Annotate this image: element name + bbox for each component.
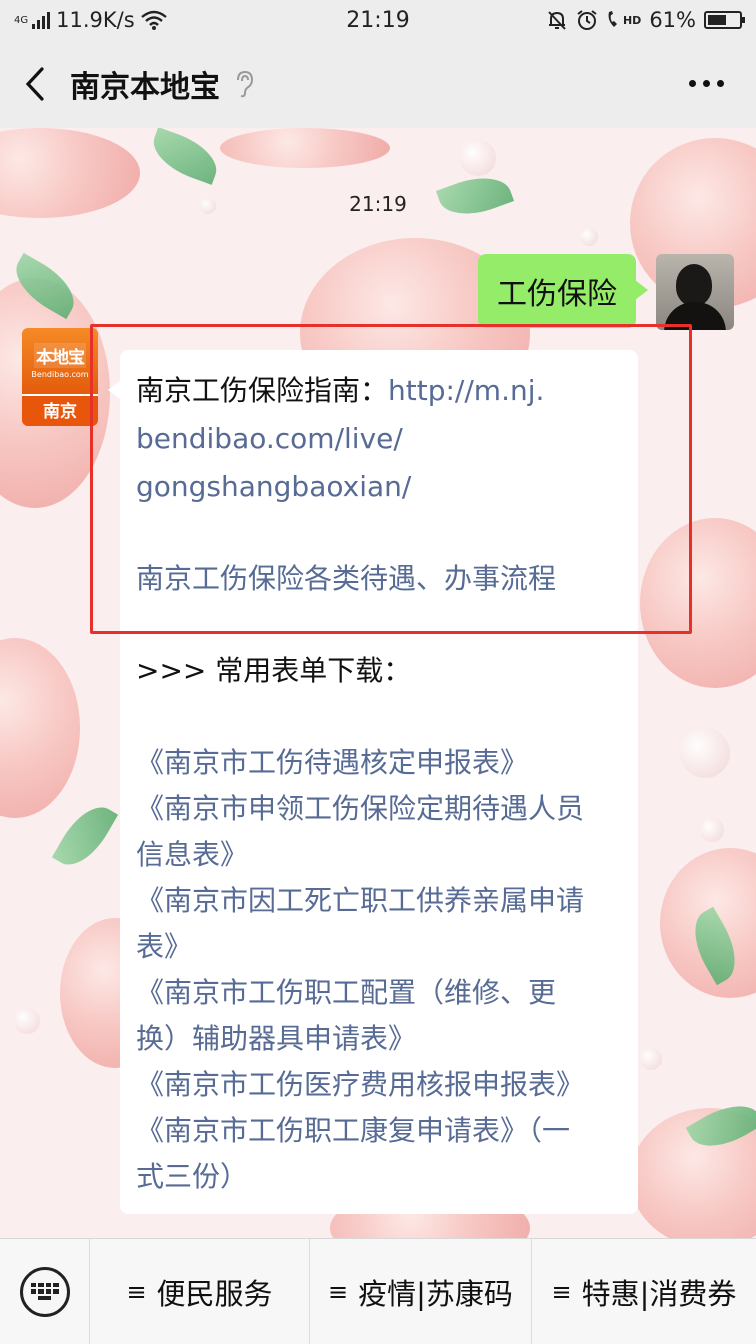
guide-line: 南京工伤保险指南：http://m.nj.: [136, 368, 626, 414]
mute-bell-icon: [548, 11, 566, 30]
guide-link-cont[interactable]: gongshangbaoxian/: [136, 464, 626, 510]
background-bubble: [640, 1048, 662, 1070]
message-timestamp: 21:19: [349, 192, 407, 216]
background-peach: [0, 638, 80, 818]
form-link-assistive-devices[interactable]: 《南京市工伤职工配置（维修、更: [136, 970, 626, 1016]
form-link-dependents-cont[interactable]: 表》: [136, 924, 626, 970]
background-bubble: [580, 228, 598, 246]
bot-logo-sub: Bendibao.com: [31, 370, 89, 379]
form-link-rehabilitation-cont[interactable]: 式三份）: [136, 1154, 626, 1200]
hd-label: HD: [622, 13, 642, 27]
ear-icon: [237, 70, 254, 98]
form-link-dependents[interactable]: 《南京市因工死亡职工供养亲属申请: [136, 878, 626, 924]
menu-deals-coupons[interactable]: ≡ 特惠|消费券: [532, 1239, 756, 1344]
guide-link-cont[interactable]: bendibao.com/live/: [136, 416, 626, 462]
guide-link[interactable]: http://m.nj.: [388, 374, 544, 407]
background-bubble: [680, 728, 730, 778]
user-message-bubble[interactable]: 工伤保险: [478, 254, 648, 328]
background-bubble: [700, 818, 724, 842]
menu-list-icon: ≡: [551, 1277, 572, 1306]
treatment-process-link[interactable]: 南京工伤保险各类待遇、办事流程: [136, 556, 626, 602]
form-link-medical-expense[interactable]: 《南京市工伤医疗费用核报申报表》: [136, 1062, 626, 1108]
chat-header: 南京本地宝: [0, 40, 756, 128]
status-time: 21:19: [346, 7, 410, 33]
chat-area[interactable]: 21:19 工伤保险 本地宝 Bendibao.com 南京 南京工伤保险指南：…: [0, 128, 756, 1238]
form-link-assistive-devices-cont[interactable]: 换）辅助器具申请表》: [136, 1016, 626, 1062]
menu-list-icon: ≡: [328, 1277, 349, 1306]
bot-city-label: 南京: [22, 394, 98, 426]
signal-icon: [32, 11, 51, 29]
background-peach: [640, 518, 756, 688]
network-speed: 11.9K/s: [56, 8, 135, 32]
keyboard-icon: [19, 1266, 70, 1317]
guide-label: 南京工伤保险指南：: [136, 374, 389, 407]
background-peach: [220, 128, 390, 168]
form-link-work-injury-treatment[interactable]: 《南京市工伤待遇核定申报表》: [136, 740, 626, 786]
menu-epidemic-health-code[interactable]: ≡ 疫情|苏康码: [310, 1238, 532, 1344]
chevron-left-icon: [25, 67, 44, 101]
hd-call-icon: HD: [606, 10, 641, 30]
menu-label: 疫情|苏康码: [358, 1276, 513, 1311]
form-link-periodic-treatment-cont[interactable]: 信息表》: [136, 832, 626, 878]
more-button[interactable]: [676, 68, 736, 98]
menu-label: 特惠|消费券: [581, 1276, 737, 1311]
form-link-rehabilitation[interactable]: 《南京市工伤职工康复申请表》（一: [136, 1108, 626, 1154]
user-avatar[interactable]: [656, 254, 734, 330]
bottom-menu-bar: ≡ 便民服务 ≡ 疫情|苏康码 ≡ 特惠|消费券: [0, 1238, 756, 1344]
alarm-icon: [577, 10, 597, 30]
battery-percent: 61%: [649, 8, 696, 32]
network-type-label: 4G: [14, 15, 29, 26]
status-bar: 4G 11.9K/s 21:19 HD 61%: [0, 0, 756, 40]
battery-icon: [704, 11, 745, 29]
menu-label: 便民服务: [156, 1276, 273, 1311]
form-link-periodic-treatment[interactable]: 《南京市申领工伤保险定期待遇人员: [136, 786, 626, 832]
wifi-icon: [140, 10, 167, 30]
menu-list-icon: ≡: [126, 1277, 147, 1306]
status-left: 4G 11.9K/s: [14, 8, 274, 32]
background-leaf: [51, 796, 119, 876]
forms-header: >>> 常用表单下载：: [136, 654, 412, 687]
menu-convenience-services[interactable]: ≡ 便民服务: [90, 1238, 310, 1344]
background-bubble: [460, 140, 496, 176]
bot-avatar[interactable]: 本地宝 Bendibao.com 南京: [22, 328, 98, 428]
status-right: HD 61%: [482, 8, 745, 32]
chat-title: 南京本地宝: [70, 70, 220, 105]
user-message-text: 工伤保险: [497, 277, 617, 312]
background-bubble: [14, 1008, 40, 1034]
bot-logo: 本地宝 Bendibao.com: [22, 328, 98, 394]
back-button[interactable]: [0, 40, 70, 128]
bot-logo-text: 本地宝: [34, 343, 86, 368]
background-leaf: [145, 128, 225, 185]
keyboard-toggle-button[interactable]: [0, 1238, 90, 1344]
